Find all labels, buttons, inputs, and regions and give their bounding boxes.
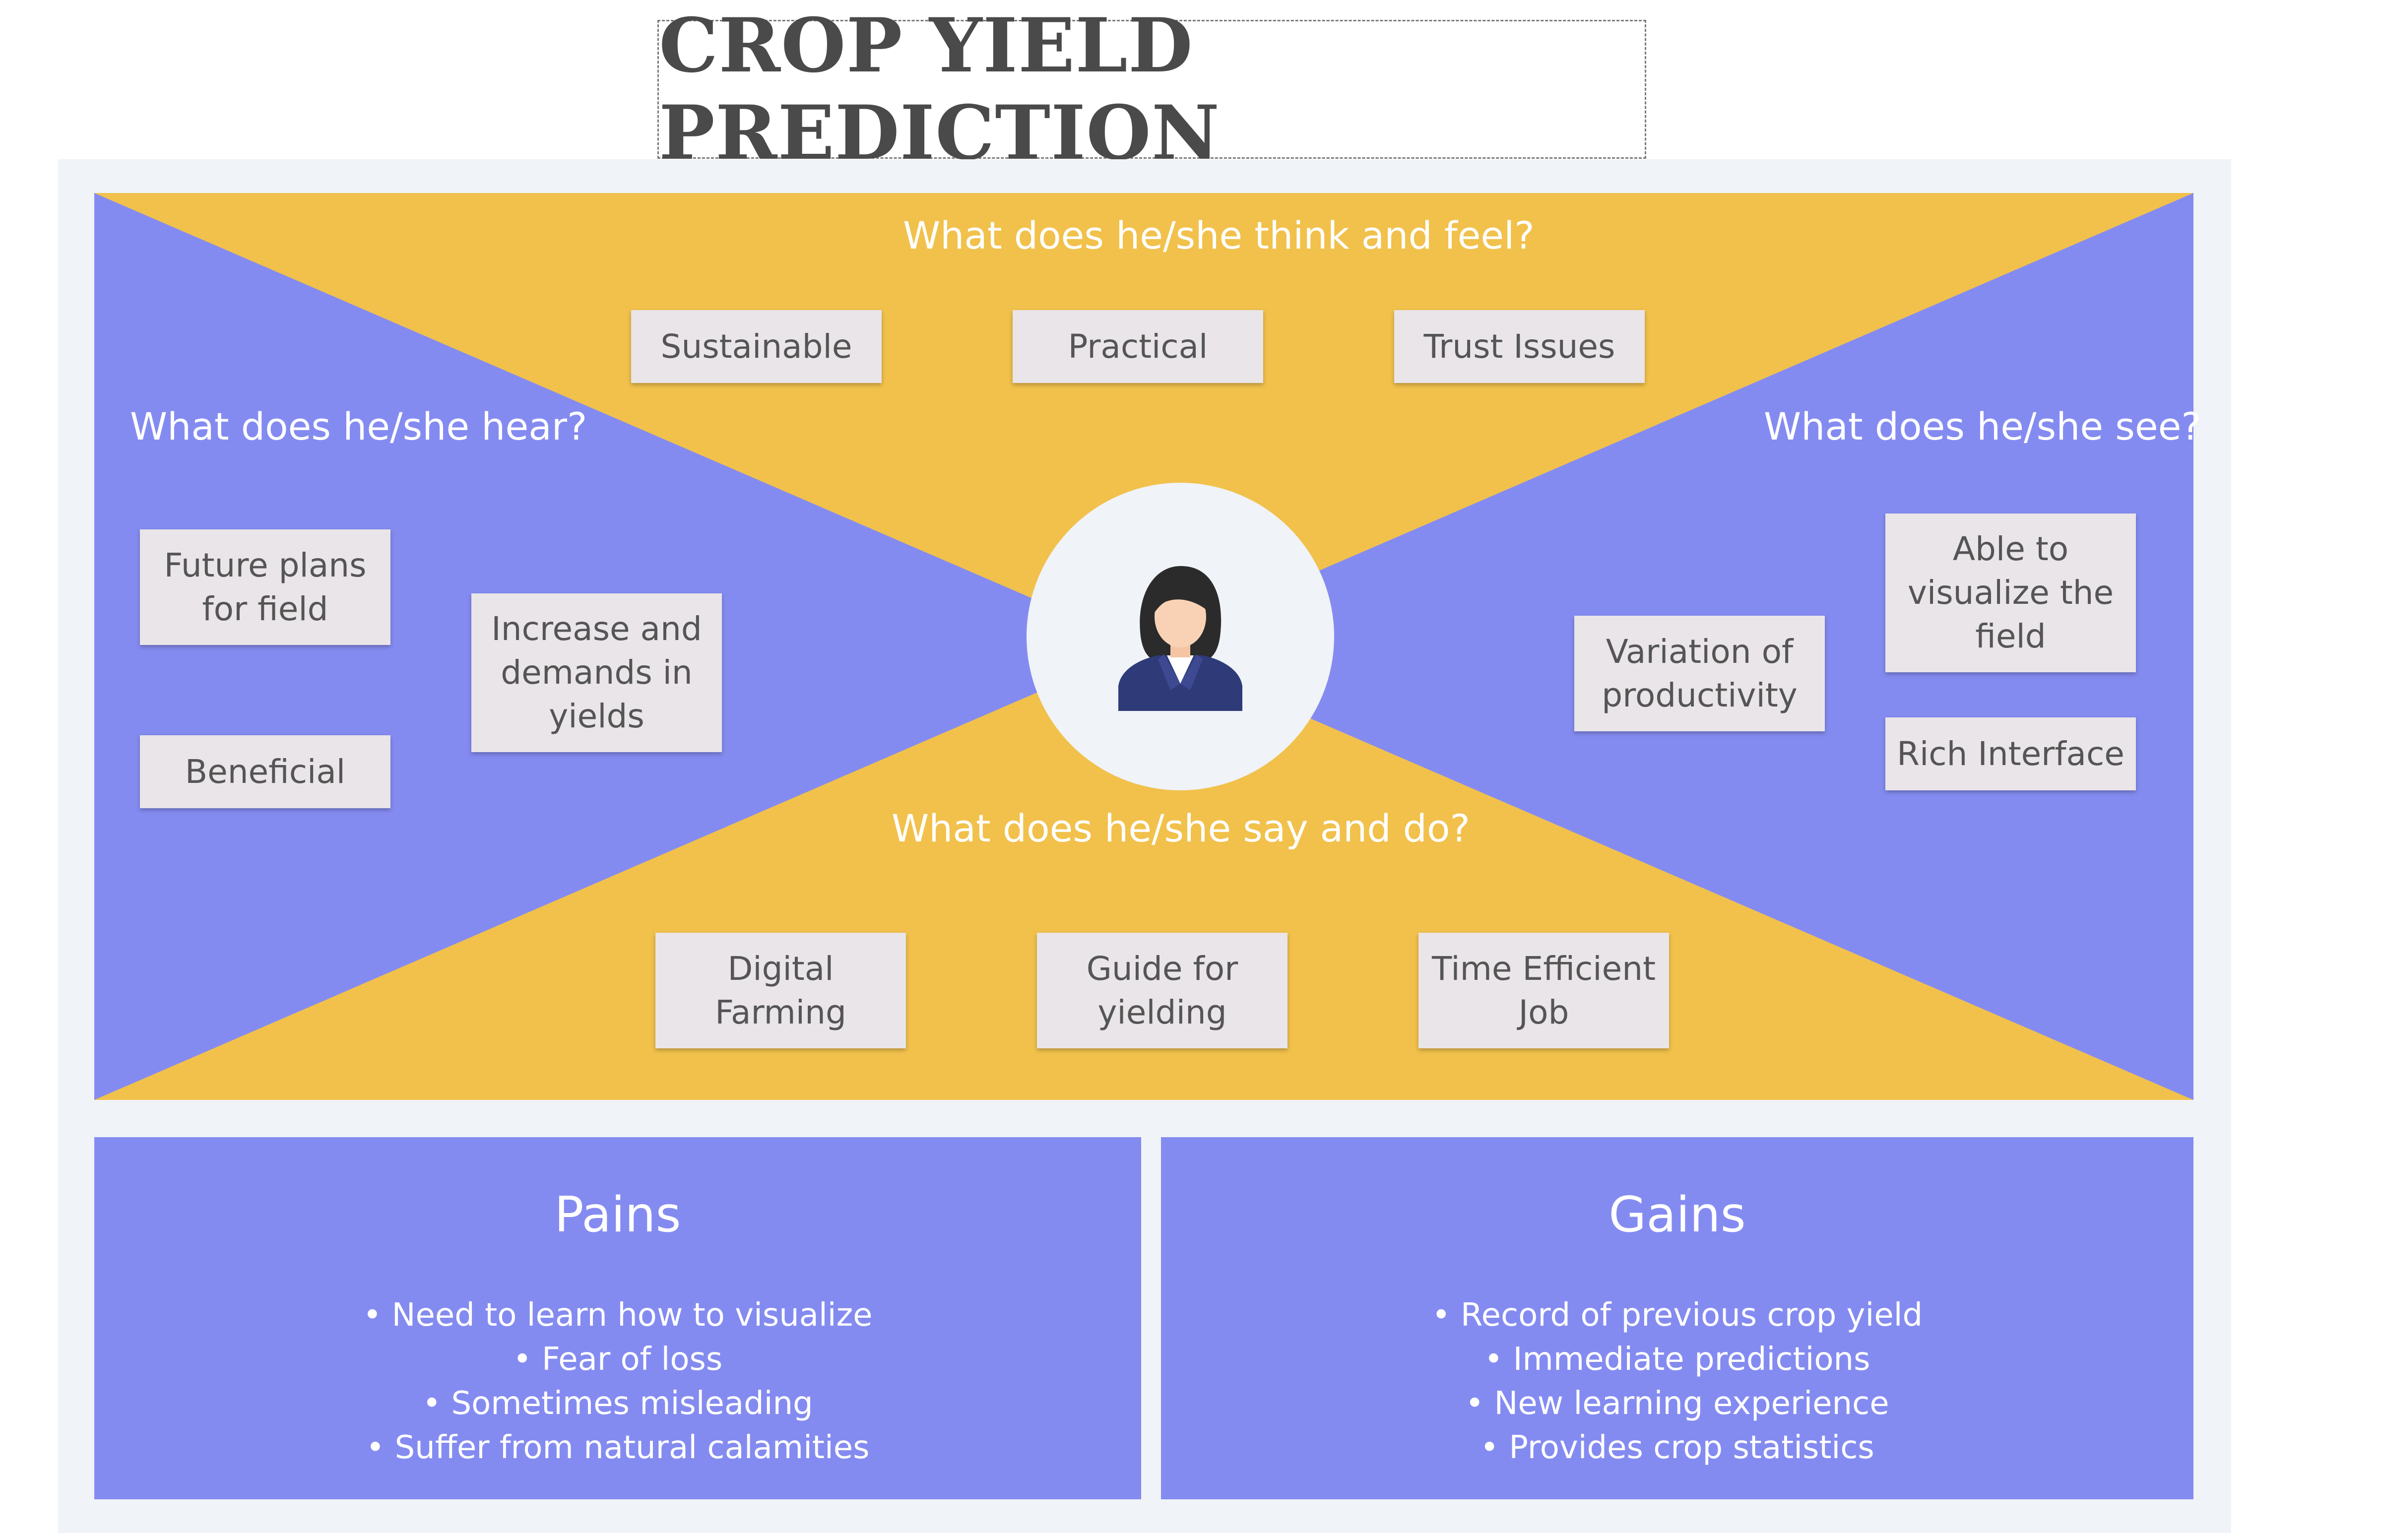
sticky-note-sustainable: Sustainable [631,310,882,383]
say-do-question: What does he/she say and do? [892,806,1470,850]
pains-item: • Need to learn how to visualize [363,1297,873,1334]
pains-panel: Pains • Need to learn how to visualize •… [94,1137,1141,1499]
sticky-note-visualize-field: Able to visualize the field [1885,513,2136,672]
sticky-note-variation-productivity: Variation of productivity [1574,616,1825,731]
pains-title: Pains [554,1187,681,1243]
gains-item: • Record of previous crop yield [1431,1297,1923,1334]
pains-list: • Need to learn how to visualize • Fear … [94,1293,1141,1470]
gains-item: • New learning experience [1465,1385,1889,1422]
gains-title: Gains [1609,1187,1746,1243]
page-title: CROP YIELD PREDICTION [659,2,1220,177]
gains-list: • Record of previous crop yield • Immedi… [1161,1293,2193,1470]
pains-item: • Fear of loss [513,1341,723,1378]
persona-circle [1027,483,1334,790]
see-question: What does he/she see? [1764,404,2201,449]
hear-question: What does he/she hear? [130,404,587,449]
sticky-note-time-efficient: Time Efficient Job [1418,933,1669,1048]
gains-item: • Immediate predictions [1484,1341,1870,1378]
think-feel-question: What does he/she think and feel? [903,213,1535,257]
sticky-note-trust-issues: Trust Issues [1394,310,1645,383]
sticky-note-practical: Practical [1013,310,1263,383]
gains-panel: Gains • Record of previous crop yield • … [1161,1137,2193,1499]
pains-item: • Suffer from natural calamities [366,1429,870,1466]
sticky-note-rich-interface: Rich Interface [1885,717,2136,790]
sticky-note-digital-farming: Digital Farming [655,933,906,1048]
sticky-note-increase-demands: Increase and demands in yields [471,593,722,752]
title-box: CROP YIELD PREDICTION [657,2,1646,177]
sticky-note-guide-yielding: Guide for yielding [1037,933,1288,1048]
sticky-note-beneficial: Beneficial [140,735,390,808]
gains-item: • Provides crop statistics [1480,1429,1874,1466]
sticky-note-future-plans: Future plans for field [140,529,390,645]
woman-avatar-icon [1118,566,1242,711]
pains-item: • Sometimes misleading [422,1385,813,1422]
